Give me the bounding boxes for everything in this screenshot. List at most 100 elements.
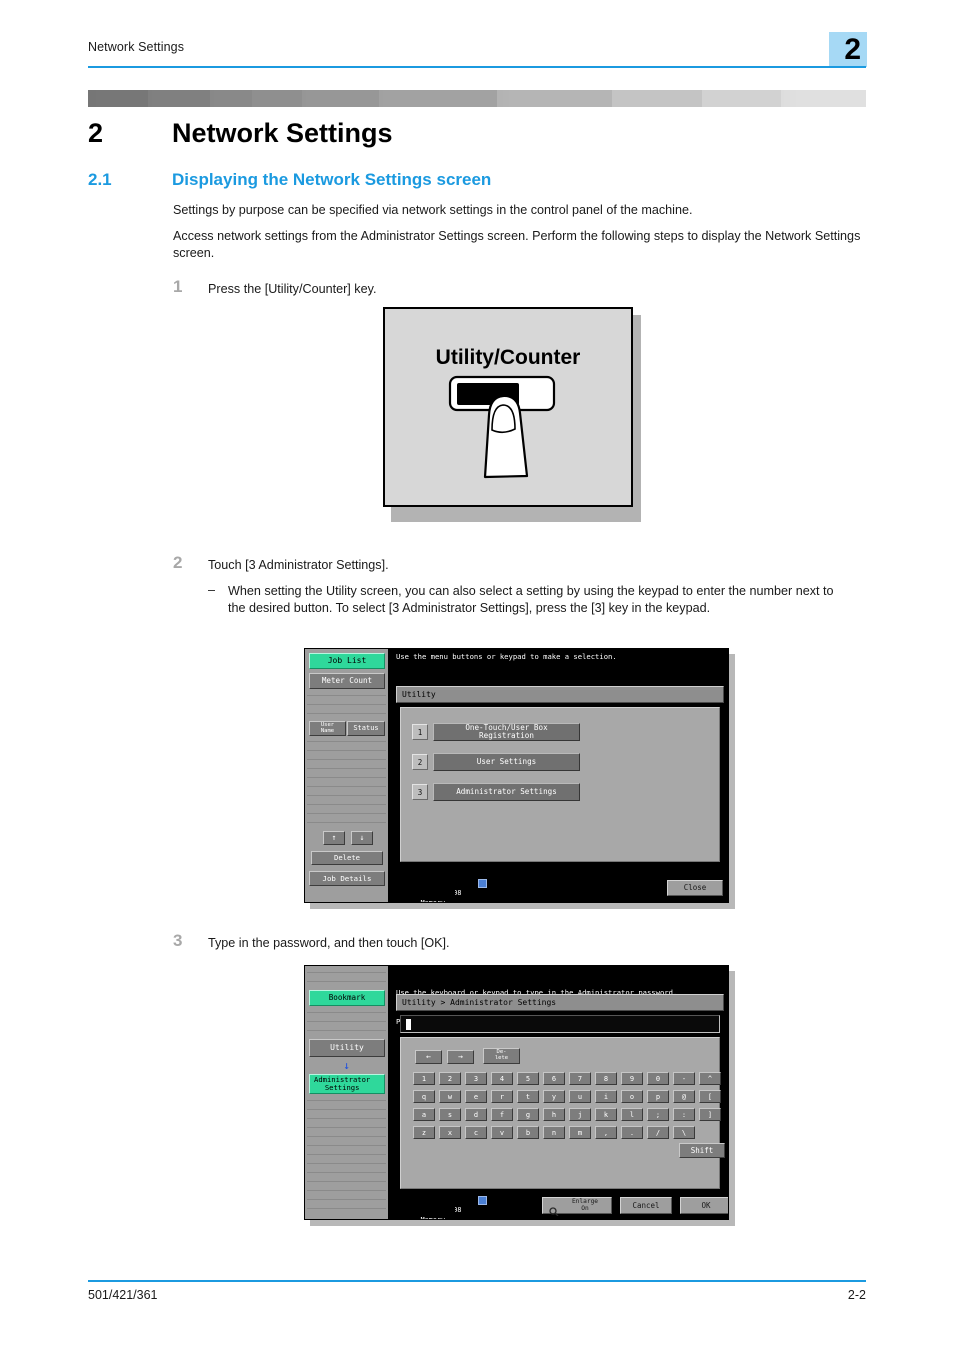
scroll-down-arrow-icon[interactable]: ↓: [351, 831, 373, 845]
keyboard-key-,[interactable]: ,: [595, 1126, 617, 1139]
menu-button-administrator-settings[interactable]: Administrator Settings: [433, 783, 580, 801]
segment-bar-block: [88, 90, 97, 107]
step-2-sub-dash: –: [208, 583, 216, 597]
keyboard-key-0[interactable]: 0: [647, 1072, 669, 1085]
keyboard-key-;[interactable]: ;: [647, 1108, 669, 1121]
keyboard-key-c[interactable]: c: [465, 1126, 487, 1139]
segment-bar-block: [214, 90, 253, 107]
page-header: Network Settings 2: [88, 32, 867, 68]
chapter-title: Network Settings: [172, 118, 393, 148]
keyboard-key-d[interactable]: d: [465, 1108, 487, 1121]
lcd-password-breadcrumb: Utility > Administrator Settings: [396, 994, 724, 1011]
keyboard-key-backslash[interactable]: \: [673, 1126, 695, 1139]
keyboard-key-8[interactable]: 8: [595, 1072, 617, 1085]
lcd-password-memory: Memory 90%: [396, 1207, 455, 1219]
chapter-number: 2: [88, 118, 104, 148]
keyboard-key-p[interactable]: p: [647, 1090, 669, 1103]
lcd-utility-title: Utility: [396, 686, 724, 703]
job-list-button[interactable]: Job List: [309, 653, 385, 669]
keyboard-key-4[interactable]: 4: [491, 1072, 513, 1085]
lcd-password-status-bar: 01/17/2008 17:45 Memory 90% Enlarge On C…: [392, 1194, 728, 1219]
keyboard-key-.[interactable]: .: [621, 1126, 643, 1139]
keyboard-key-9[interactable]: 9: [621, 1072, 643, 1085]
lcd-utility-sidebar: Job List Meter Count User Name Status ↑ …: [305, 649, 390, 902]
password-input-field[interactable]: [400, 1015, 720, 1033]
section-title: Displaying the Network Settings screen: [172, 170, 492, 189]
keyboard-key-m[interactable]: m: [569, 1126, 591, 1139]
step-3-text: Type in the password, and then touch [OK…: [208, 936, 450, 950]
keyboard-key-t[interactable]: t: [517, 1090, 539, 1103]
lcd-screen-utility: Job List Meter Count User Name Status ↑ …: [304, 648, 729, 903]
keyboard-key-f[interactable]: f: [491, 1108, 513, 1121]
keyboard-key-j[interactable]: j: [569, 1108, 591, 1121]
administrator-settings-breadcrumb-button[interactable]: Administrator Settings: [309, 1074, 385, 1094]
keyboard-key-slash[interactable]: /: [647, 1126, 669, 1139]
segment-bar-block: [795, 90, 866, 107]
step-2-sub-text: When setting the Utility screen, you can…: [228, 584, 834, 615]
running-head: Network Settings: [88, 40, 185, 54]
keyboard-key-b[interactable]: b: [517, 1126, 539, 1139]
segment-bar-block: [382, 90, 497, 107]
keyboard-key-x[interactable]: x: [439, 1126, 461, 1139]
keyboard-key-2[interactable]: 2: [439, 1072, 461, 1085]
segment-bar-block: [96, 90, 149, 107]
keyboard-key-z[interactable]: z: [413, 1126, 435, 1139]
keyboard-key-:[interactable]: :: [673, 1108, 695, 1121]
lcd-password-message: Use the keyboard or keypad to type in th…: [392, 966, 728, 1026]
footer-page-number: 2-2: [847, 1288, 866, 1302]
segment-bar-block: [702, 90, 781, 107]
keyboard-key-n[interactable]: n: [543, 1126, 565, 1139]
job-details-button[interactable]: Job Details: [309, 871, 385, 886]
bookmark-button[interactable]: Bookmark: [309, 990, 385, 1006]
keyboard-key--[interactable]: -: [673, 1072, 695, 1085]
keyboard-key-k[interactable]: k: [595, 1108, 617, 1121]
keyboard-key-@[interactable]: @: [673, 1090, 695, 1103]
scroll-up-arrow-icon[interactable]: ↑: [323, 831, 345, 845]
keyboard-key-a[interactable]: a: [413, 1108, 435, 1121]
delete-button[interactable]: Delete: [311, 851, 383, 865]
keyboard-key-u[interactable]: u: [569, 1090, 591, 1103]
keyboard-key-o[interactable]: o: [621, 1090, 643, 1103]
lcd-utility-memory: Memory 90%: [396, 890, 455, 902]
keyboard-key-g[interactable]: g: [517, 1108, 539, 1121]
keyboard-key-1[interactable]: 1: [413, 1072, 435, 1085]
keyboard-key-r[interactable]: r: [491, 1090, 513, 1103]
footer-divider: [88, 1280, 866, 1282]
cursor-right-arrow-icon[interactable]: →: [447, 1050, 474, 1064]
keyboard-key-3[interactable]: 3: [465, 1072, 487, 1085]
section-heading: 2.1 Displaying the Network Settings scre…: [88, 170, 866, 196]
lcd-password-sidebar: Bookmark Utility ↓ Administrator Setting…: [305, 966, 390, 1219]
keyboard-key-s[interactable]: s: [439, 1108, 461, 1121]
keyboard-key-5[interactable]: 5: [517, 1072, 539, 1085]
keyboard-key-^[interactable]: ^: [699, 1072, 721, 1085]
utility-breadcrumb-button[interactable]: Utility: [309, 1039, 385, 1057]
text-caret: [406, 1019, 411, 1030]
finger-pressing-key-graphic: [448, 375, 556, 479]
cursor-left-arrow-icon[interactable]: ←: [415, 1050, 442, 1064]
cancel-button[interactable]: Cancel: [620, 1197, 672, 1214]
keyboard-key-][interactable]: ]: [699, 1108, 721, 1121]
header-divider: [88, 66, 866, 68]
delete-key[interactable]: De- lete: [483, 1048, 520, 1064]
step-3-number: 3: [173, 931, 183, 950]
menu-index-1: 1: [412, 724, 428, 740]
keyboard-key-w[interactable]: w: [439, 1090, 461, 1103]
menu-button-one-touch-user-box-registration[interactable]: One-Touch/User Box Registration: [433, 723, 580, 741]
ok-button[interactable]: OK: [680, 1197, 728, 1214]
menu-button-user-settings[interactable]: User Settings: [433, 753, 580, 771]
keyboard-key-e[interactable]: e: [465, 1090, 487, 1103]
close-button[interactable]: Close: [667, 880, 723, 896]
keyboard-key-q[interactable]: q: [413, 1090, 435, 1103]
chapter-heading: 2 Network Settings: [88, 118, 866, 154]
keyboard-key-7[interactable]: 7: [569, 1072, 591, 1085]
meter-count-button[interactable]: Meter Count: [309, 673, 385, 689]
shift-key[interactable]: Shift: [679, 1143, 725, 1158]
keyboard-key-h[interactable]: h: [543, 1108, 565, 1121]
keyboard-key-[[interactable]: [: [699, 1090, 721, 1103]
footer-model: 501/421/361: [88, 1288, 158, 1302]
keyboard-key-i[interactable]: i: [595, 1090, 617, 1103]
keyboard-key-6[interactable]: 6: [543, 1072, 565, 1085]
keyboard-key-y[interactable]: y: [543, 1090, 565, 1103]
keyboard-key-l[interactable]: l: [621, 1108, 643, 1121]
keyboard-key-v[interactable]: v: [491, 1126, 513, 1139]
